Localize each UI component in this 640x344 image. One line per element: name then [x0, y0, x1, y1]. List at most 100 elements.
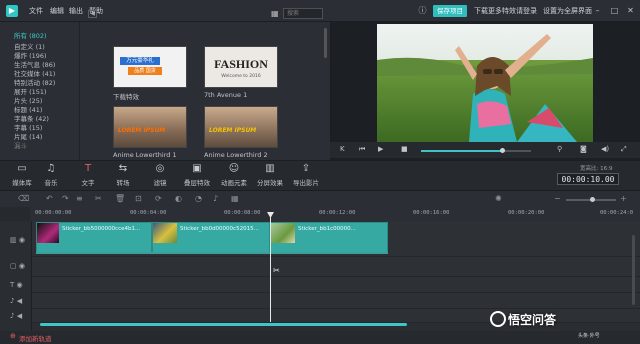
tool-label: 音乐: [44, 179, 58, 187]
audio-icon[interactable]: ♪: [213, 194, 218, 203]
tool-filter[interactable]: ◎ 滤镜: [143, 163, 177, 187]
play-icon[interactable]: ▶: [378, 145, 383, 153]
menu-file[interactable]: 文件: [29, 6, 43, 16]
app-logo-icon: ▶: [6, 5, 18, 17]
preview-video: [377, 24, 593, 142]
minimize-icon[interactable]: –: [593, 6, 602, 15]
overlay-icon: ▣: [192, 163, 202, 174]
menu-edit[interactable]: 编辑: [50, 6, 64, 16]
undo-icon[interactable]: ↶: [46, 194, 53, 203]
thumbnail-label: Anime Lowerthird 2: [204, 151, 268, 159]
clip-audio-strip: [36, 252, 388, 254]
stop-icon[interactable]: ■: [401, 145, 408, 153]
clip-thumbnail: [153, 223, 177, 243]
clip-name: Sticker_bb5000000cce4b1...: [62, 226, 141, 232]
tool-label: 叠层特效: [184, 179, 210, 187]
music-track-2-icon: ♪ ◀: [10, 312, 23, 320]
adjust-icon[interactable]: ≡: [76, 194, 83, 203]
add-track-button[interactable]: 添加新轨道: [19, 333, 52, 343]
music-track[interactable]: [32, 293, 640, 309]
playback-progress-handle[interactable]: [500, 148, 505, 153]
tool-label: 动画元素: [221, 179, 247, 187]
tool-text[interactable]: T 文字: [71, 163, 105, 187]
tool-split-screen[interactable]: ▥ 分屏效果: [253, 163, 287, 187]
pip-track[interactable]: [32, 257, 640, 277]
tool-elements[interactable]: ☺ 动画元素: [217, 163, 251, 187]
delete-icon[interactable]: ⌫: [18, 194, 29, 203]
menu-output[interactable]: 输出: [69, 6, 83, 16]
tool-export[interactable]: ⇪ 导出影片: [289, 163, 323, 187]
playback-progress-fill: [421, 150, 501, 152]
category-item[interactable]: 漏斗: [14, 140, 27, 150]
timeline-vertical-scrollbar[interactable]: [632, 235, 635, 305]
add-track-icon[interactable]: ⊕: [10, 332, 16, 340]
preview-image: [377, 24, 593, 142]
download-effects-link[interactable]: 下载更多特效: [474, 5, 516, 17]
effect-thumbnail[interactable]: LOREM IPSUM: [113, 106, 187, 148]
export-icon: ⇪: [301, 163, 311, 174]
split-icon: ▥: [265, 163, 275, 174]
trash-icon[interactable]: 🗑: [115, 194, 125, 203]
skip-back-icon[interactable]: K: [340, 145, 345, 153]
timeline-footer: [0, 331, 640, 344]
snapshot-icon[interactable]: ⚲: [557, 145, 562, 153]
maximize-icon[interactable]: □: [610, 6, 619, 15]
tool-transition[interactable]: ⇆ 转场: [106, 163, 140, 187]
ruler-tick: 00:00:20:00: [508, 210, 545, 216]
effect-thumbnail[interactable]: LOREM IPSUM: [204, 106, 278, 148]
watermark-title: 悟空问答: [508, 313, 557, 327]
collapse-library-icon[interactable]: ◀: [88, 10, 97, 18]
thumb-text: Welcome to 2016: [221, 74, 261, 79]
category-all[interactable]: 所有 (802): [14, 30, 47, 40]
redo-icon[interactable]: ↷: [62, 194, 69, 203]
transition-icon: ⇆: [118, 163, 128, 174]
rotate-icon[interactable]: ⟳: [155, 194, 162, 203]
fullscreen-icon[interactable]: ⤢: [621, 145, 627, 154]
mosaic-icon[interactable]: ▦: [231, 194, 239, 203]
effect-thumbnail[interactable]: FASHION Welcome to 2016: [204, 46, 278, 88]
text-track-icon: T ◉: [10, 281, 23, 289]
cut-icon[interactable]: ✂: [95, 194, 102, 203]
ruler-tick: 00:00:12:00: [319, 210, 356, 216]
camera-icon[interactable]: ◙: [580, 145, 587, 153]
clip-thumbnail: [271, 223, 295, 243]
text-track[interactable]: [32, 277, 640, 293]
watermark-subtitle: 头条·外号: [578, 333, 600, 339]
save-project-button[interactable]: 保存项目: [433, 5, 467, 17]
thumbnail-label: 下载特效: [113, 93, 139, 101]
close-icon[interactable]: ✕: [626, 6, 635, 15]
watermark-logo-icon: [490, 311, 506, 327]
login-link[interactable]: 请登录: [516, 5, 537, 17]
clip-thumbnail: [37, 223, 59, 243]
video-track-icon: ▥ ◉: [10, 236, 25, 244]
zoom-slider-handle[interactable]: [590, 197, 595, 202]
timeline-horizontal-scrollbar[interactable]: [40, 323, 407, 326]
ruler-tick: 00:00:08:00: [224, 210, 261, 216]
timecode-display: 00:00:10.00: [557, 173, 619, 185]
playhead[interactable]: [270, 212, 271, 322]
color-icon[interactable]: ◐: [175, 194, 182, 203]
fullscreen-setting-link[interactable]: 设置为全屏界面: [543, 5, 592, 17]
grid-view-icon[interactable]: ▦: [271, 9, 279, 18]
ruler-tick: 00:00:04:00: [130, 210, 167, 216]
info-icon[interactable]: ⓘ: [418, 6, 427, 15]
aspect-ratio: 宽高比: 16:9: [580, 166, 613, 172]
step-back-icon[interactable]: ⏮: [359, 145, 365, 154]
speed-icon[interactable]: ◔: [195, 194, 202, 203]
zoom-in-icon[interactable]: +: [620, 194, 627, 203]
pip-track-icon: ▢ ◉: [10, 262, 25, 270]
effect-thumbnail[interactable]: 万元豪华礼 品质 国货: [113, 46, 187, 88]
volume-icon[interactable]: ◀): [601, 145, 609, 153]
library-scrollbar[interactable]: [324, 28, 327, 58]
tool-overlay[interactable]: ▣ 叠层特效: [180, 163, 214, 187]
search-input[interactable]: 搜索: [283, 8, 323, 19]
thumbnail-label: 7th Avenue 1: [204, 91, 248, 99]
ruler-tick: 00:00:16:00: [413, 210, 450, 216]
zoom-out-icon[interactable]: −: [554, 194, 561, 203]
render-icon[interactable]: ✺: [495, 194, 502, 203]
crop-icon[interactable]: ⊡: [135, 194, 142, 203]
tool-label: 转场: [116, 179, 130, 187]
clip-name: Sticker_bb1c00000...: [298, 226, 356, 232]
tool-music[interactable]: ♫ 音乐: [34, 163, 68, 187]
clip-name: Sticker_bb0d00000c52015...: [180, 226, 259, 232]
